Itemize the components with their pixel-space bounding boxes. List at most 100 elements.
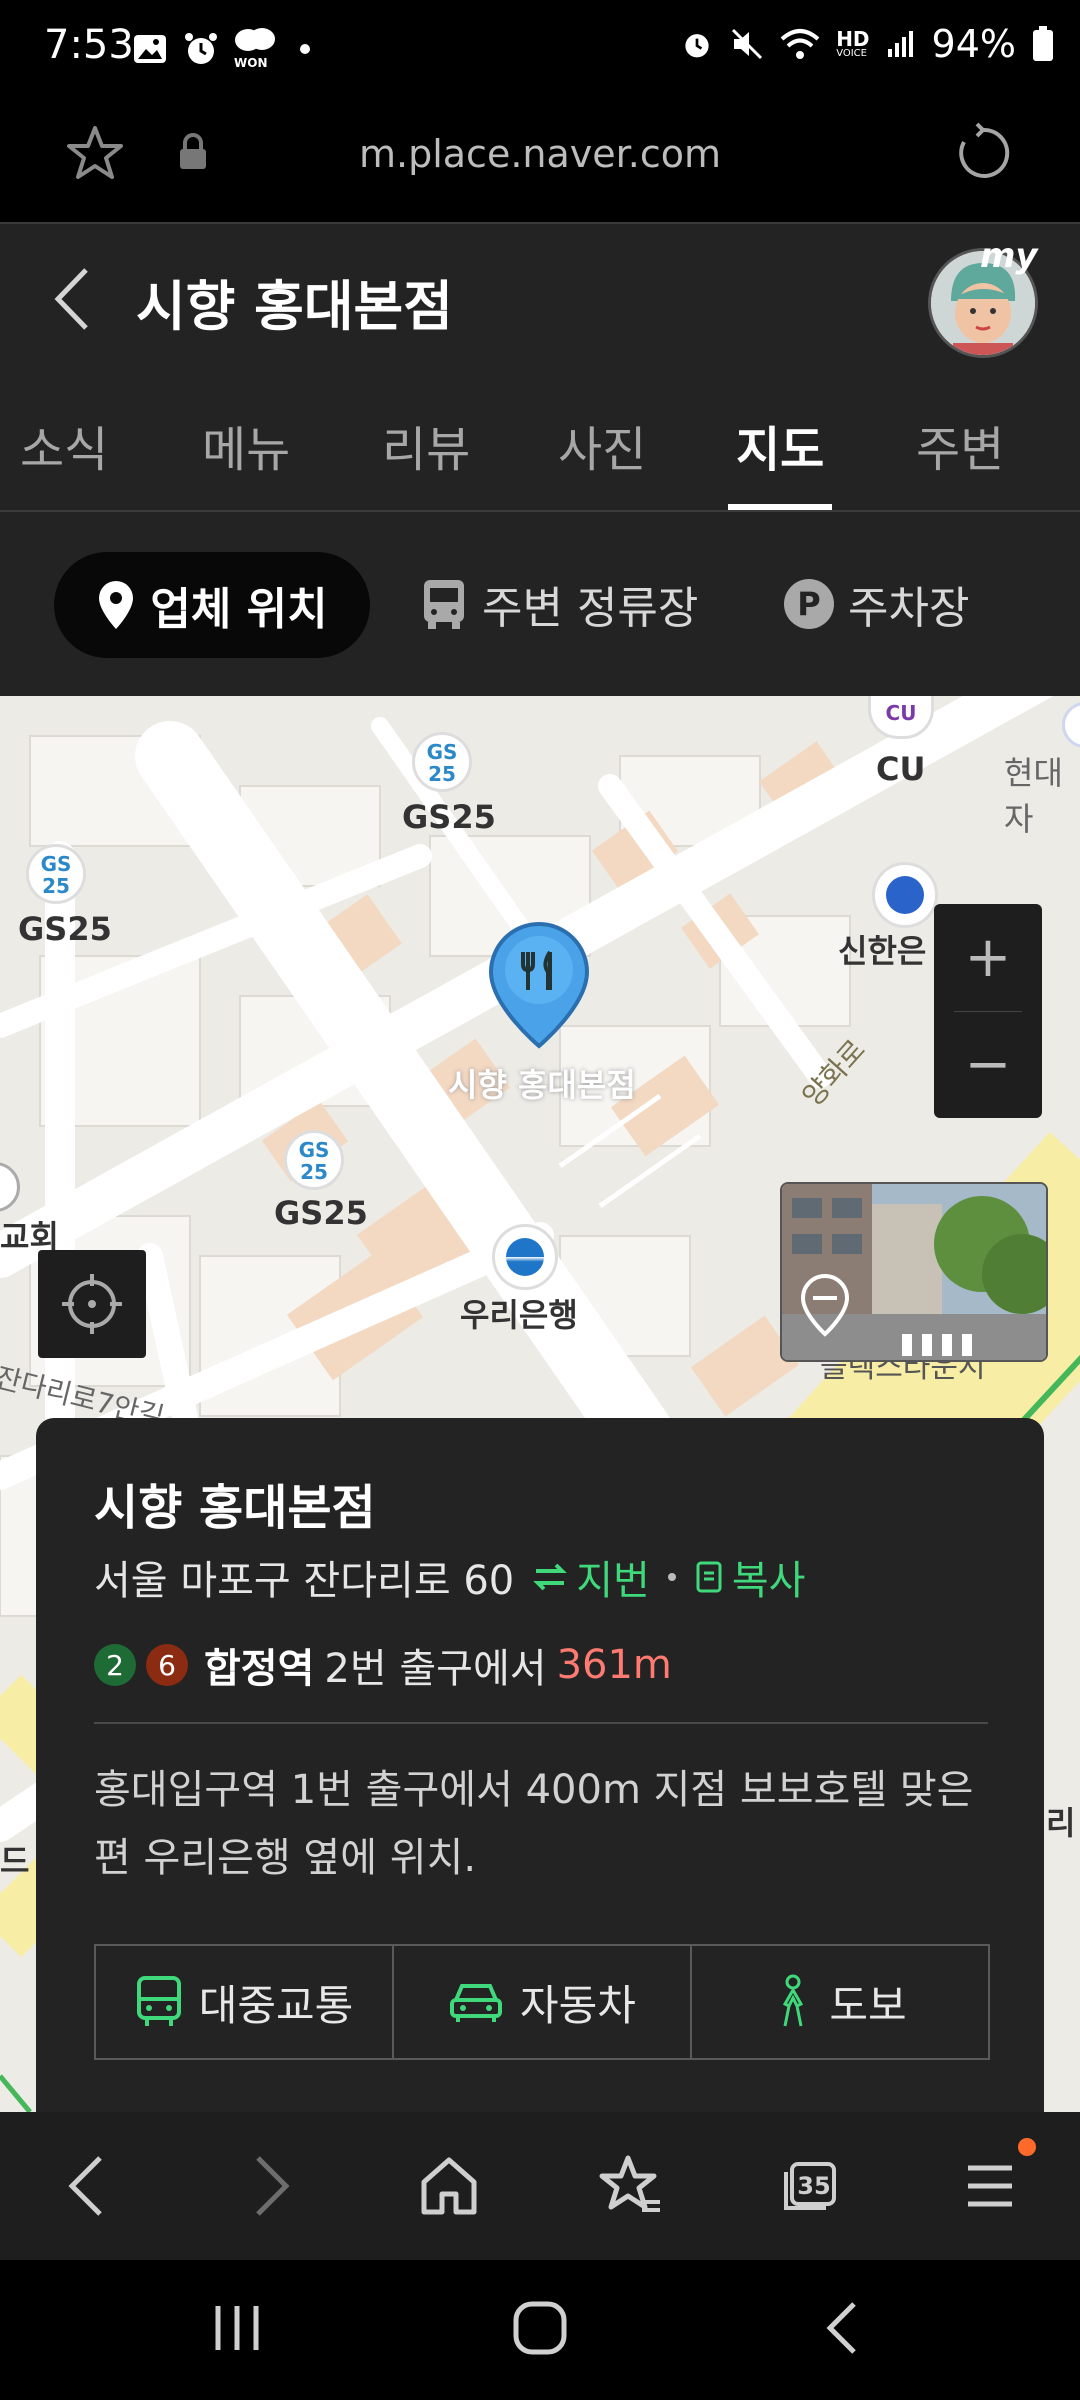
bookmarks-icon[interactable] bbox=[598, 2154, 664, 2218]
address-text: 서울 마포구 잔다리로 60 bbox=[94, 1558, 515, 1604]
shinhan-label: 신한은 bbox=[838, 932, 927, 970]
copy-icon bbox=[696, 1561, 722, 1593]
station-name: 합정역 bbox=[204, 1646, 315, 1692]
transit-button[interactable]: 대중교통 bbox=[96, 1946, 394, 2058]
battery-icon bbox=[1033, 26, 1053, 61]
gs25-label-2: GS25 bbox=[18, 910, 112, 948]
alarm-icon bbox=[685, 34, 709, 58]
filter-business-location-label: 업체 위치 bbox=[150, 584, 328, 635]
status-notification-icons: WON bbox=[132, 26, 310, 72]
crosshair-icon bbox=[62, 1274, 122, 1334]
zoom-in-button[interactable]: + bbox=[934, 904, 1042, 1011]
transit-label: 대중교통 bbox=[198, 1980, 354, 2030]
location-pin-icon bbox=[99, 581, 134, 629]
zoom-out-button[interactable]: − bbox=[934, 1011, 1042, 1118]
gs25-marker-2[interactable]: GS 25 bbox=[26, 844, 86, 904]
edge-left-label: 드 bbox=[0, 1842, 30, 1880]
reload-icon[interactable] bbox=[952, 122, 1014, 184]
car-button[interactable]: 자동차 bbox=[394, 1946, 692, 2058]
walking-person-icon bbox=[783, 1974, 804, 2027]
hyundai-label: 현대자 bbox=[1004, 754, 1063, 838]
home-nav-icon[interactable] bbox=[512, 2300, 568, 2356]
dot-icon bbox=[300, 44, 310, 54]
voice-label: VOICE bbox=[836, 48, 867, 59]
car-label: 자동차 bbox=[520, 1980, 636, 2030]
car-icon bbox=[450, 1984, 503, 2022]
tab-menu[interactable]: 메뉴 bbox=[202, 410, 290, 480]
filter-parking-label: 주차장 bbox=[848, 583, 970, 634]
browser-toolbar bbox=[0, 2112, 1080, 2260]
copy-button[interactable]: 복사 bbox=[694, 1548, 806, 1606]
gs25-marker-3[interactable]: GS 25 bbox=[284, 1130, 344, 1190]
gs25-badge-bottom: 25 bbox=[428, 762, 456, 786]
station-exit-text: 2번 출구에서 bbox=[324, 1646, 547, 1692]
cu-label: CU bbox=[876, 750, 926, 788]
subway-row: 2 6 합정역 2번 출구에서 361m bbox=[94, 1636, 672, 1694]
menu-notification-dot bbox=[1018, 2138, 1036, 2156]
won-icon: WON bbox=[234, 26, 276, 72]
status-right-icons: HD VOICE 94% bbox=[680, 22, 1054, 66]
browser-forward-icon[interactable] bbox=[252, 2154, 292, 2218]
place-marker-label: 시향 홍대본점 bbox=[448, 1066, 636, 1104]
line-2-badge: 2 bbox=[94, 1644, 136, 1686]
gs25-badge-top: GS bbox=[298, 1138, 330, 1162]
tabs-count: 35 bbox=[797, 2172, 831, 2200]
shinhan-marker[interactable] bbox=[872, 862, 938, 928]
walk-label: 도보 bbox=[829, 1980, 907, 2030]
back-nav-icon[interactable] bbox=[824, 2300, 860, 2356]
woori-label: 우리은행 bbox=[460, 1296, 578, 1334]
gs25-label-1: GS25 bbox=[402, 798, 496, 836]
battery-percent: 94% bbox=[931, 22, 1016, 66]
active-tab-indicator bbox=[728, 504, 832, 510]
street-view-thumbnail[interactable] bbox=[780, 1182, 1048, 1362]
recent-apps-icon[interactable] bbox=[212, 2302, 262, 2354]
woori-marker[interactable] bbox=[492, 1224, 558, 1290]
gs25-marker-1[interactable]: GS 25 bbox=[412, 732, 472, 792]
menu-icon[interactable] bbox=[964, 2162, 1016, 2210]
walk-button[interactable]: 도보 bbox=[692, 1946, 988, 2058]
gs25-badge-top: GS bbox=[426, 740, 458, 764]
url-text[interactable]: m.place.naver.com bbox=[0, 132, 1080, 176]
home-icon[interactable] bbox=[418, 2156, 480, 2216]
gs25-badge-bottom: 25 bbox=[300, 1160, 328, 1184]
card-title: 시향 홍대본점 bbox=[94, 1480, 376, 1536]
status-time: 7:53 bbox=[44, 22, 134, 68]
won-label: WON bbox=[234, 56, 268, 70]
filter-bus-stops[interactable]: 주변 정류장 bbox=[420, 572, 698, 636]
swap-arrows-icon bbox=[533, 1563, 568, 1591]
directions-buttons: 대중교통 자동차 도보 bbox=[94, 1944, 990, 2060]
wifi-icon bbox=[780, 29, 820, 59]
address-row: 서울 마포구 잔다리로 60 지번 복사 bbox=[94, 1548, 805, 1606]
line-6-badge: 6 bbox=[146, 1644, 188, 1686]
avatar-label: my bbox=[980, 236, 1038, 276]
jibun-label: 지번 bbox=[576, 1558, 650, 1604]
hd-label: HD bbox=[836, 27, 870, 51]
place-pin-icon[interactable] bbox=[486, 920, 592, 1050]
browser-back-icon[interactable] bbox=[66, 2154, 106, 2218]
shinhan-logo-icon bbox=[886, 876, 924, 914]
tab-photos[interactable]: 사진 bbox=[558, 410, 646, 480]
card-divider bbox=[94, 1722, 988, 1724]
filter-parking[interactable]: P 주차장 bbox=[784, 572, 969, 636]
jibun-toggle[interactable]: 지번 bbox=[532, 1548, 650, 1606]
bus-icon bbox=[424, 580, 464, 629]
back-icon[interactable] bbox=[50, 266, 94, 332]
place-description: 홍대입구역 1번 출구에서 400m 지점 보보호텔 맞은편 우리은행 옆에 위… bbox=[94, 1767, 974, 1881]
my-location-button[interactable] bbox=[38, 1250, 146, 1358]
station-distance: 361m bbox=[556, 1642, 672, 1688]
tab-map[interactable]: 지도 bbox=[736, 410, 824, 480]
woori-logo-icon bbox=[506, 1238, 544, 1276]
filter-bus-stops-label: 주변 정류장 bbox=[482, 583, 699, 634]
mute-icon bbox=[732, 28, 763, 60]
tab-nearby[interactable]: 주변 bbox=[916, 410, 1004, 480]
cu-badge: CU bbox=[885, 701, 917, 725]
tab-reviews[interactable]: 리뷰 bbox=[382, 410, 470, 480]
signal-icon bbox=[887, 31, 913, 57]
bus-icon bbox=[136, 1976, 181, 2026]
tabs-button[interactable]: 35 bbox=[782, 2160, 838, 2212]
tab-news[interactable]: 소식 bbox=[20, 410, 108, 480]
filter-business-location[interactable]: 업체 위치 bbox=[54, 552, 370, 658]
copy-label: 복사 bbox=[731, 1558, 806, 1604]
gs25-badge-top: GS bbox=[40, 852, 72, 876]
street-view-pin-icon bbox=[800, 1274, 850, 1337]
